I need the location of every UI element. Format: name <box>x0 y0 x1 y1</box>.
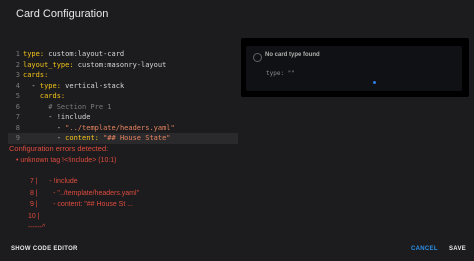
code-line[interactable]: 1 type: custom:layout-card <box>8 49 238 60</box>
warning-icon <box>253 53 262 62</box>
code-line[interactable]: 5 cards: <box>8 91 238 102</box>
trace-line: 10 | <box>28 212 40 220</box>
code-token: # Section Pre 1 <box>23 102 112 111</box>
code-token: - <box>23 123 66 132</box>
line-number: 7 <box>15 113 20 121</box>
code-token: cards: <box>23 71 49 79</box>
trace-line: 8 | - "../template/headers.yaml" <box>28 189 140 197</box>
trace-line: 9 | - content: "## House St ... <box>28 201 134 208</box>
code-token: layout_type: <box>23 60 74 69</box>
code-line[interactable]: 6 # Section Pre 1 <box>8 102 238 113</box>
code-token: custom:masonry-layout <box>73 60 167 69</box>
preview-card-title: No card type found <box>265 52 320 58</box>
error-message: • unknown tag !<!include> (10:1) <box>16 157 117 164</box>
code-token: - <box>23 134 66 142</box>
loading-dot-icon <box>373 81 376 84</box>
show-code-editor-button[interactable]: SHOW CODE EDITOR <box>11 246 78 252</box>
errors-heading: Configuration errors detected: <box>9 144 109 153</box>
line-number: 4 <box>15 81 20 90</box>
error-trace: 7 | - !include 8 | - "../template/header… <box>28 176 139 234</box>
code-token: type: <box>23 50 45 58</box>
dialog-title: Card Configuration <box>16 8 109 20</box>
line-number: 6 <box>15 102 20 111</box>
preview-type-line: type: "" <box>266 70 295 77</box>
code-token: - <box>23 81 40 90</box>
code-token: "## House State" <box>103 134 171 142</box>
code-token: content: <box>65 134 99 142</box>
yaml-code-editor[interactable]: 1 type: custom:layout-card 2 layout_type: c… <box>8 49 238 144</box>
line-number: 9 <box>15 134 20 142</box>
trace-line: ------^ <box>28 224 46 231</box>
code-token: cards: <box>39 92 66 100</box>
code-line[interactable]: 2 layout_type: custom:masonry-layout <box>8 60 238 71</box>
code-token: type: <box>39 81 61 90</box>
line-number: 8 <box>15 123 20 132</box>
code-token: "../template/headers.yaml" <box>65 123 175 132</box>
line-number: 1 <box>15 50 20 58</box>
code-token: vertical-stack <box>60 81 125 90</box>
save-button[interactable]: SAVE <box>449 246 466 252</box>
line-number: 3 <box>15 71 20 79</box>
code-line[interactable]: 4 - type: vertical-stack <box>8 81 238 92</box>
card-configuration-dialog: Card Configuration 1 type: custom:layout-… <box>0 0 474 261</box>
code-line[interactable]: 8 - "../template/headers.yaml" <box>8 123 238 134</box>
code-line[interactable]: 7 - !include <box>8 112 238 123</box>
line-number: 2 <box>15 60 20 69</box>
cancel-button[interactable]: CANCEL <box>411 246 438 252</box>
code-token: custom:layout-card <box>44 50 125 58</box>
code-token: - !include <box>23 113 91 121</box>
code-line[interactable]: 3 cards: <box>8 70 238 81</box>
code-line[interactable]: 9 - content: "## House State" <box>8 133 238 144</box>
trace-line: 7 | - !include <box>28 178 78 185</box>
line-number: 5 <box>15 92 20 100</box>
